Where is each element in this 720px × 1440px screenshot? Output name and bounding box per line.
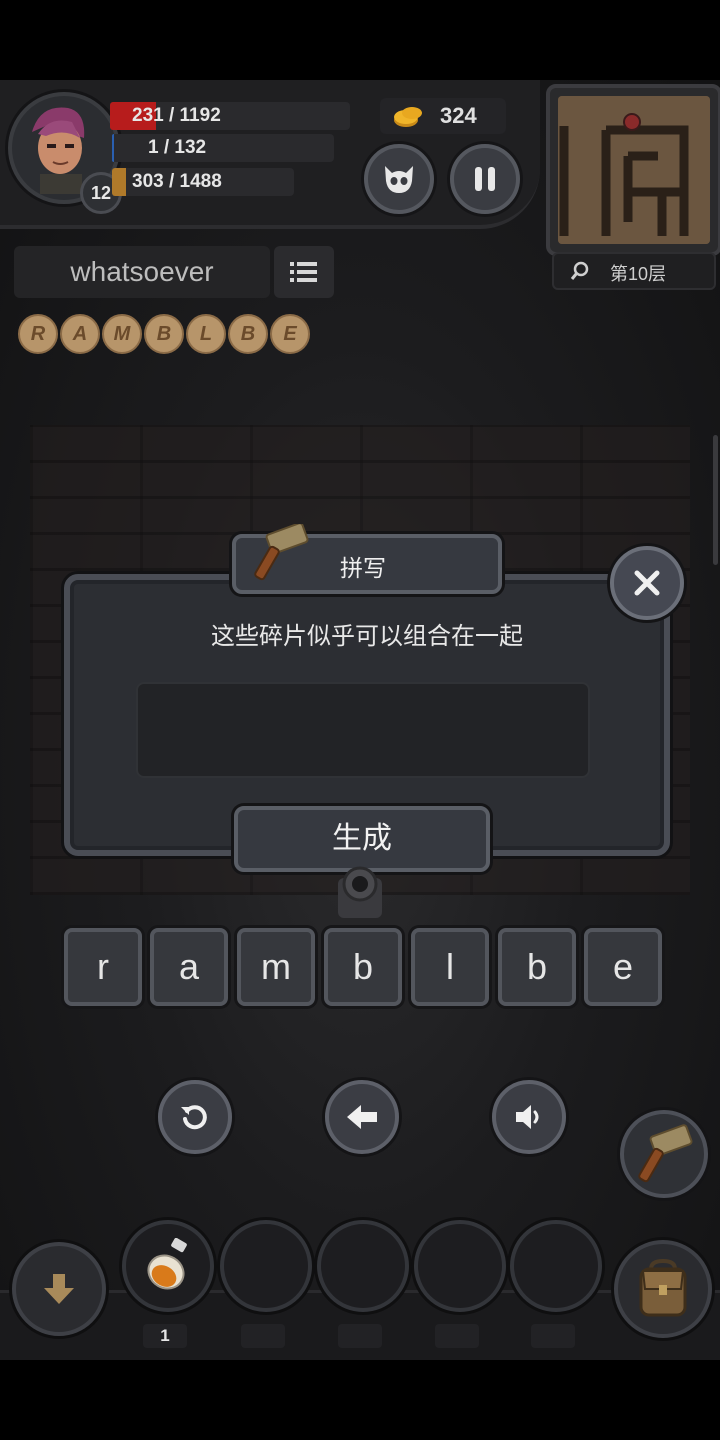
spell-input[interactable] (136, 682, 590, 778)
pause-icon (475, 167, 495, 191)
slot-count (435, 1324, 479, 1348)
gold-counter: 324 (380, 98, 506, 134)
fragment-token: L (186, 314, 226, 354)
backspace-icon (347, 1105, 377, 1129)
backspace-button[interactable] (325, 1080, 399, 1154)
craft-tool-button[interactable] (620, 1110, 708, 1198)
letter-tile[interactable]: a (150, 928, 228, 1006)
descend-button[interactable] (12, 1242, 106, 1336)
slot-count (531, 1324, 575, 1348)
search-icon (570, 261, 589, 280)
monster-face-icon (385, 166, 413, 193)
xp-text: 303 / 1488 (132, 171, 222, 192)
minimap-view (558, 96, 710, 244)
target-word: whatsoever (14, 246, 270, 298)
inventory-slot-2[interactable] (220, 1220, 312, 1312)
hammer-icon (638, 1124, 693, 1183)
letter-tile[interactable]: b (324, 928, 402, 1006)
fragment-token: B (144, 314, 184, 354)
fragment-token: M (102, 314, 142, 354)
letter-tile[interactable]: l (411, 928, 489, 1006)
letter-tile[interactable]: b (498, 928, 576, 1006)
letter-tile[interactable]: r (64, 928, 142, 1006)
close-icon (634, 570, 660, 596)
mp-text: 1 / 132 (148, 137, 207, 158)
fragment-token: E (270, 314, 310, 354)
speaker-icon (516, 1105, 539, 1129)
reset-button[interactable] (158, 1080, 232, 1154)
xp-bar: 303 / 1488 (112, 168, 294, 196)
list-icon (290, 262, 317, 282)
fragment-token: A (60, 314, 100, 354)
slot-count (338, 1324, 382, 1348)
slot-count: 1 (143, 1324, 187, 1348)
word-list-button[interactable] (274, 246, 334, 298)
potion-icon (147, 1238, 187, 1290)
pause-button[interactable] (450, 144, 520, 214)
close-button[interactable] (610, 546, 684, 620)
scroll-indicator (713, 435, 718, 565)
slot-count (241, 1324, 285, 1348)
dialog-message: 这些碎片似乎可以组合在一起 (211, 623, 523, 650)
gold-value: 324 (440, 103, 477, 128)
floor-text: 第10层 (610, 264, 667, 284)
fragment-token: R (18, 314, 58, 354)
mp-fill (112, 134, 115, 162)
pronounce-button[interactable] (492, 1080, 566, 1154)
backpack-button[interactable] (614, 1240, 712, 1338)
game-screen: 12 231 / 1192 1 / 132 303 / 1488 324 第10… (0, 80, 720, 1360)
inventory-slot-5[interactable] (510, 1220, 602, 1312)
monster-button[interactable] (364, 144, 434, 214)
fragment-token: B (228, 314, 268, 354)
hp-text: 231 / 1192 (132, 105, 221, 126)
letter-tile[interactable]: e (584, 928, 662, 1006)
letter-tile[interactable]: m (237, 928, 315, 1006)
down-arrow-icon (44, 1274, 74, 1304)
mp-bar: 1 / 132 (112, 134, 334, 162)
hp-bar: 231 / 1192 (110, 102, 350, 130)
backpack-icon (639, 1259, 687, 1317)
dialog-title: 拼写 (340, 555, 386, 581)
undo-icon (181, 1105, 207, 1130)
inventory-slot-3[interactable] (317, 1220, 409, 1312)
hammer-icon (254, 524, 309, 581)
inventory-slot-4[interactable] (414, 1220, 506, 1312)
inventory-slot-1[interactable] (122, 1220, 214, 1312)
cannon-prop-icon (338, 866, 382, 918)
dialog-title-tab: 拼写 (232, 524, 502, 594)
floor-indicator[interactable]: 第10层 (552, 252, 716, 290)
maze-map-icon (558, 96, 710, 244)
xp-fill (112, 168, 126, 196)
minimap[interactable] (546, 84, 720, 256)
coin-icon (394, 107, 422, 127)
